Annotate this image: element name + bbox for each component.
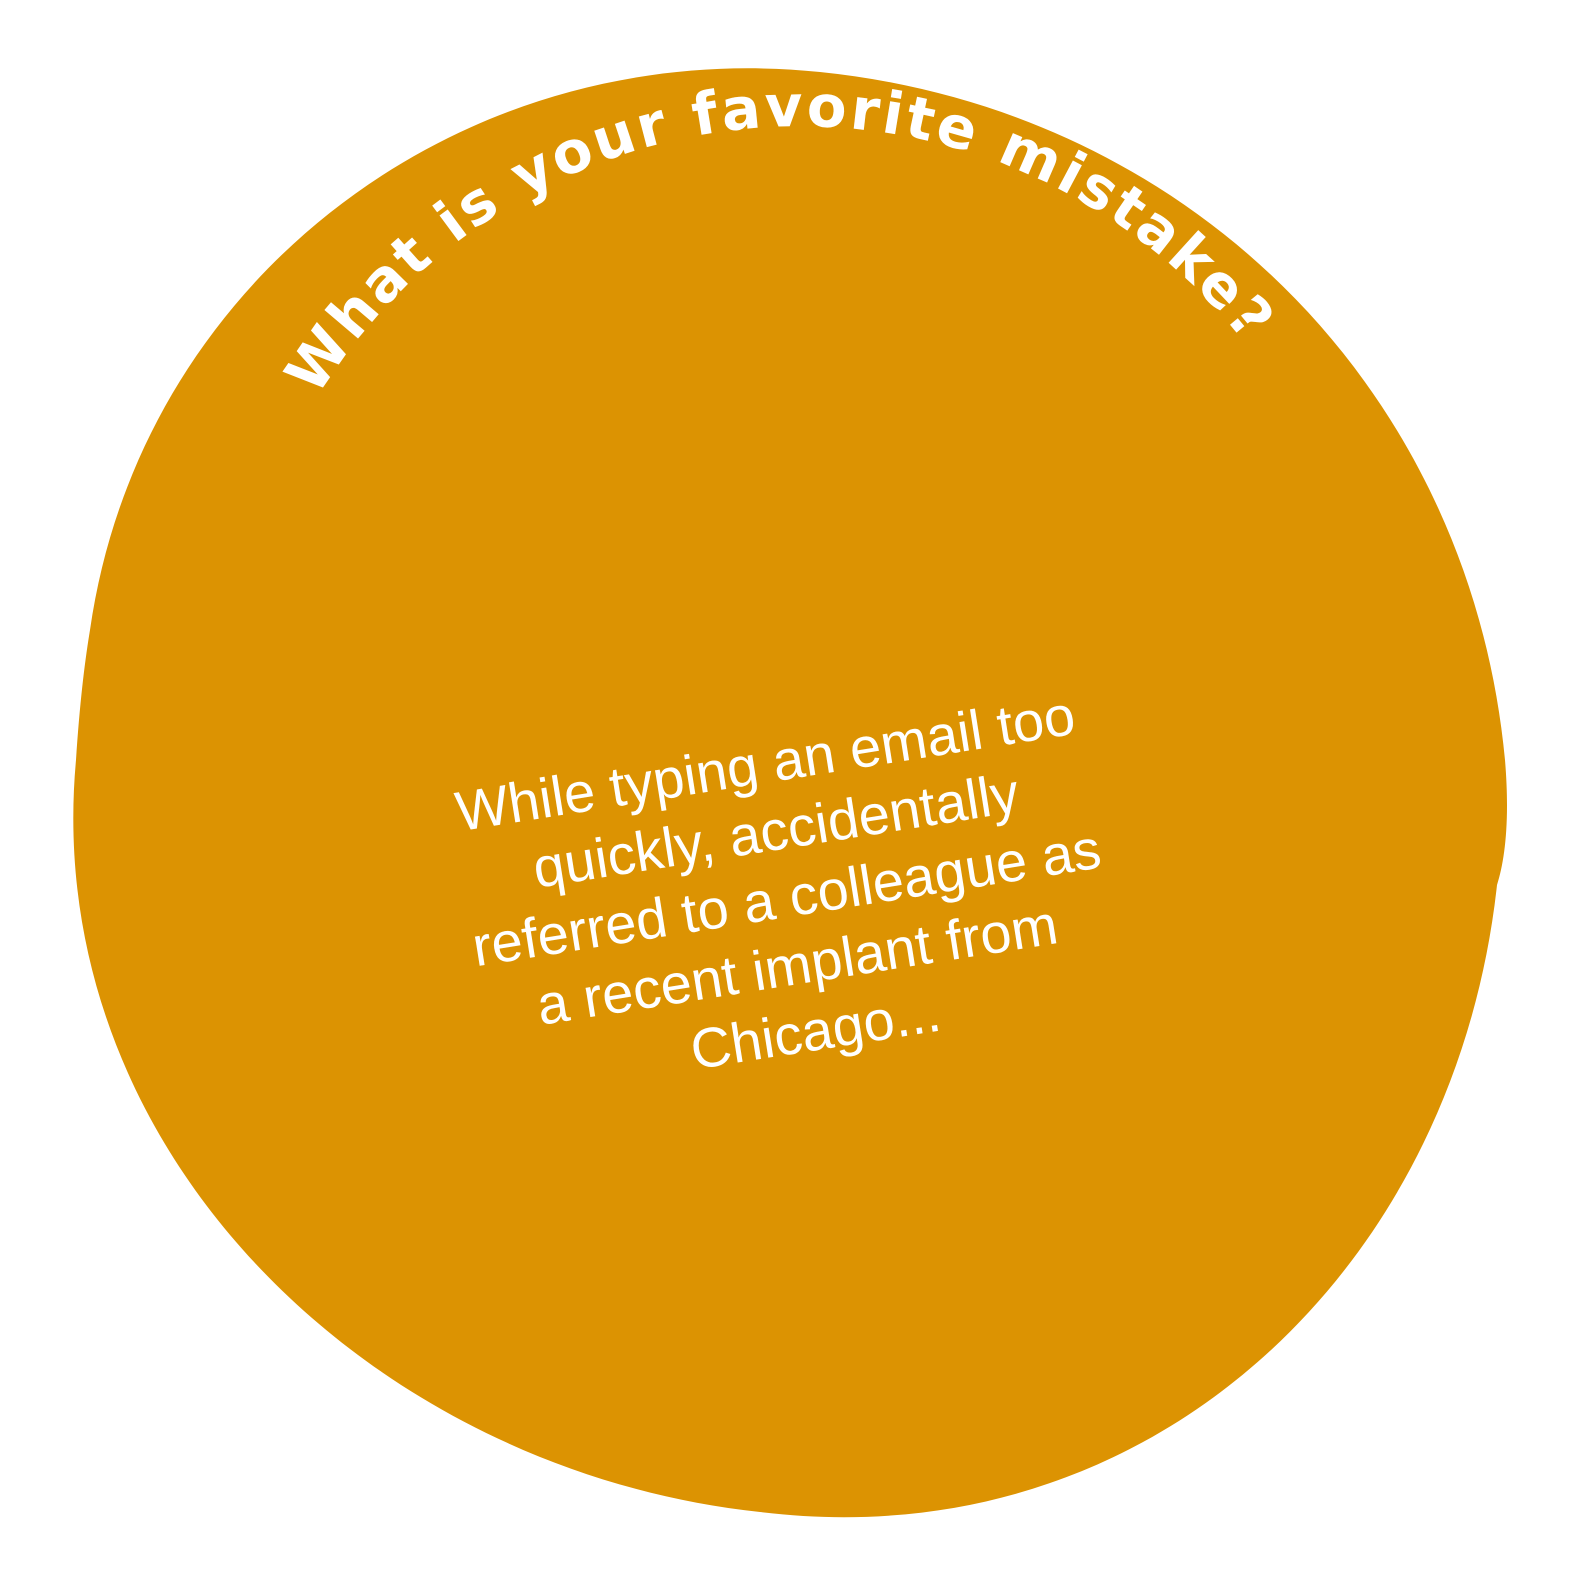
blob-shape (73, 68, 1508, 1518)
card-graphic: What is your favorite mistake? While typ… (73, 68, 1508, 1518)
card-canvas: What is your favorite mistake? While typ… (0, 0, 1586, 1586)
